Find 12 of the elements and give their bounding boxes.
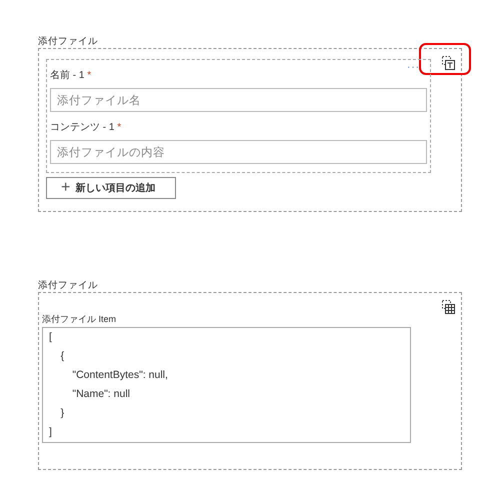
field-label: コンテンツ - 1 *: [50, 121, 122, 134]
field-label: 名前 - 1 *: [50, 69, 92, 82]
input-field[interactable]: 添付ファイルの内容: [50, 140, 427, 164]
field-label: 添付ファイル Item: [42, 313, 116, 326]
more-button[interactable]: ···: [407, 62, 420, 73]
array-mode-icon[interactable]: [442, 56, 455, 70]
json-text-area[interactable]: [ { "ContentBytes": null, "Name": null } ]: [42, 327, 411, 443]
input-field[interactable]: 添付ファイル名: [50, 88, 427, 112]
section-label: 添付ファイル: [38, 36, 99, 48]
add-item-button[interactable]: + 新しい項目の追加: [46, 177, 176, 199]
section-label: 添付ファイル: [38, 280, 99, 292]
table-mode-icon[interactable]: [442, 300, 455, 314]
